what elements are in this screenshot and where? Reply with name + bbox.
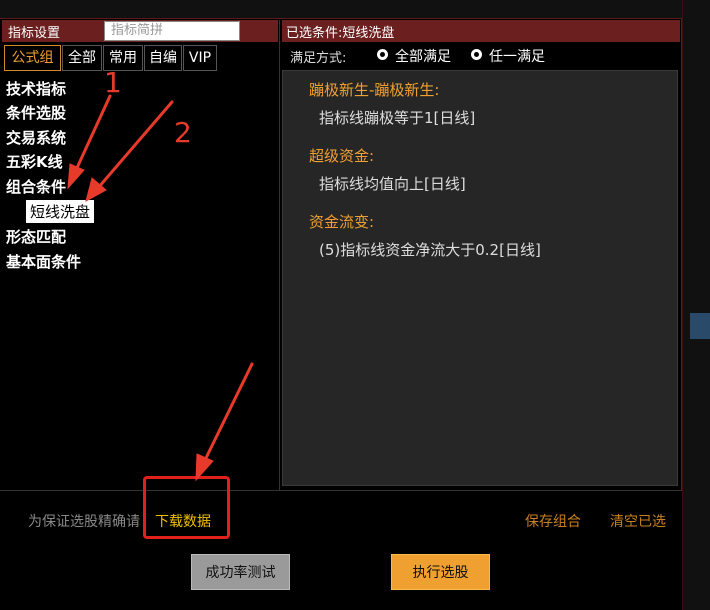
tab-all[interactable]: 全部: [62, 45, 102, 71]
tree-item-colork[interactable]: 五彩K线: [6, 151, 63, 172]
right-edge-panel: [682, 0, 710, 610]
precision-hint: 为保证选股精确请: [28, 514, 140, 530]
tree-item-short-wash[interactable]: 短线洗盘: [26, 200, 95, 223]
panel-divider: [279, 20, 280, 490]
search-input[interactable]: 指标简拼: [104, 21, 240, 41]
condition-title: 蹦极新生-蹦极新生:: [309, 81, 440, 99]
tree-item-fundamental[interactable]: 基本面条件: [6, 251, 81, 272]
tree-item-condition[interactable]: 条件选股: [6, 102, 66, 123]
radio-all-label[interactable]: 全部满足: [395, 46, 451, 66]
radio-all[interactable]: [377, 49, 388, 60]
condition-detail: (5)指标线资金净流大于0.2[日线]: [319, 241, 541, 259]
annotation-number-2: 2: [174, 116, 192, 149]
condition-detail: 指标线均值向上[日线]: [319, 175, 466, 193]
tree-item-technical[interactable]: 技术指标: [6, 78, 66, 99]
condition-title: 资金流变:: [309, 213, 375, 231]
condition-title: 超级资金:: [309, 147, 375, 165]
save-combo-link[interactable]: 保存组合: [525, 511, 581, 531]
annotation-box: [143, 476, 230, 539]
top-strip: [0, 0, 710, 18]
annotation-number-1: 1: [104, 66, 122, 99]
satisfy-label: 满足方式:: [290, 51, 347, 66]
selected-conditions-title: 已选条件:短线洗盘: [286, 26, 395, 41]
condition-detail: 指标线蹦极等于1[日线]: [319, 109, 476, 127]
tab-custom[interactable]: 自编: [144, 45, 182, 71]
tab-formula-group[interactable]: 公式组: [4, 45, 61, 71]
left-header-title: 指标设置: [8, 26, 61, 41]
clear-selected-link[interactable]: 清空已选: [610, 511, 666, 531]
tree-item-combo[interactable]: 组合条件: [6, 176, 66, 197]
execute-selection-button[interactable]: 执行选股: [391, 554, 490, 590]
radio-any[interactable]: [471, 49, 482, 60]
bottom-bar: [0, 490, 682, 610]
success-rate-test-button[interactable]: 成功率测试: [191, 554, 290, 590]
edge-tab[interactable]: [690, 313, 710, 339]
conditions-panel: 蹦极新生-蹦极新生: 指标线蹦极等于1[日线] 超级资金: 指标线均值向上[日线…: [282, 70, 678, 486]
tree-item-trading[interactable]: 交易系统: [6, 127, 66, 148]
radio-any-label[interactable]: 任一满足: [489, 46, 545, 66]
tree-item-pattern[interactable]: 形态匹配: [6, 226, 66, 247]
tab-vip[interactable]: VIP: [183, 45, 217, 71]
